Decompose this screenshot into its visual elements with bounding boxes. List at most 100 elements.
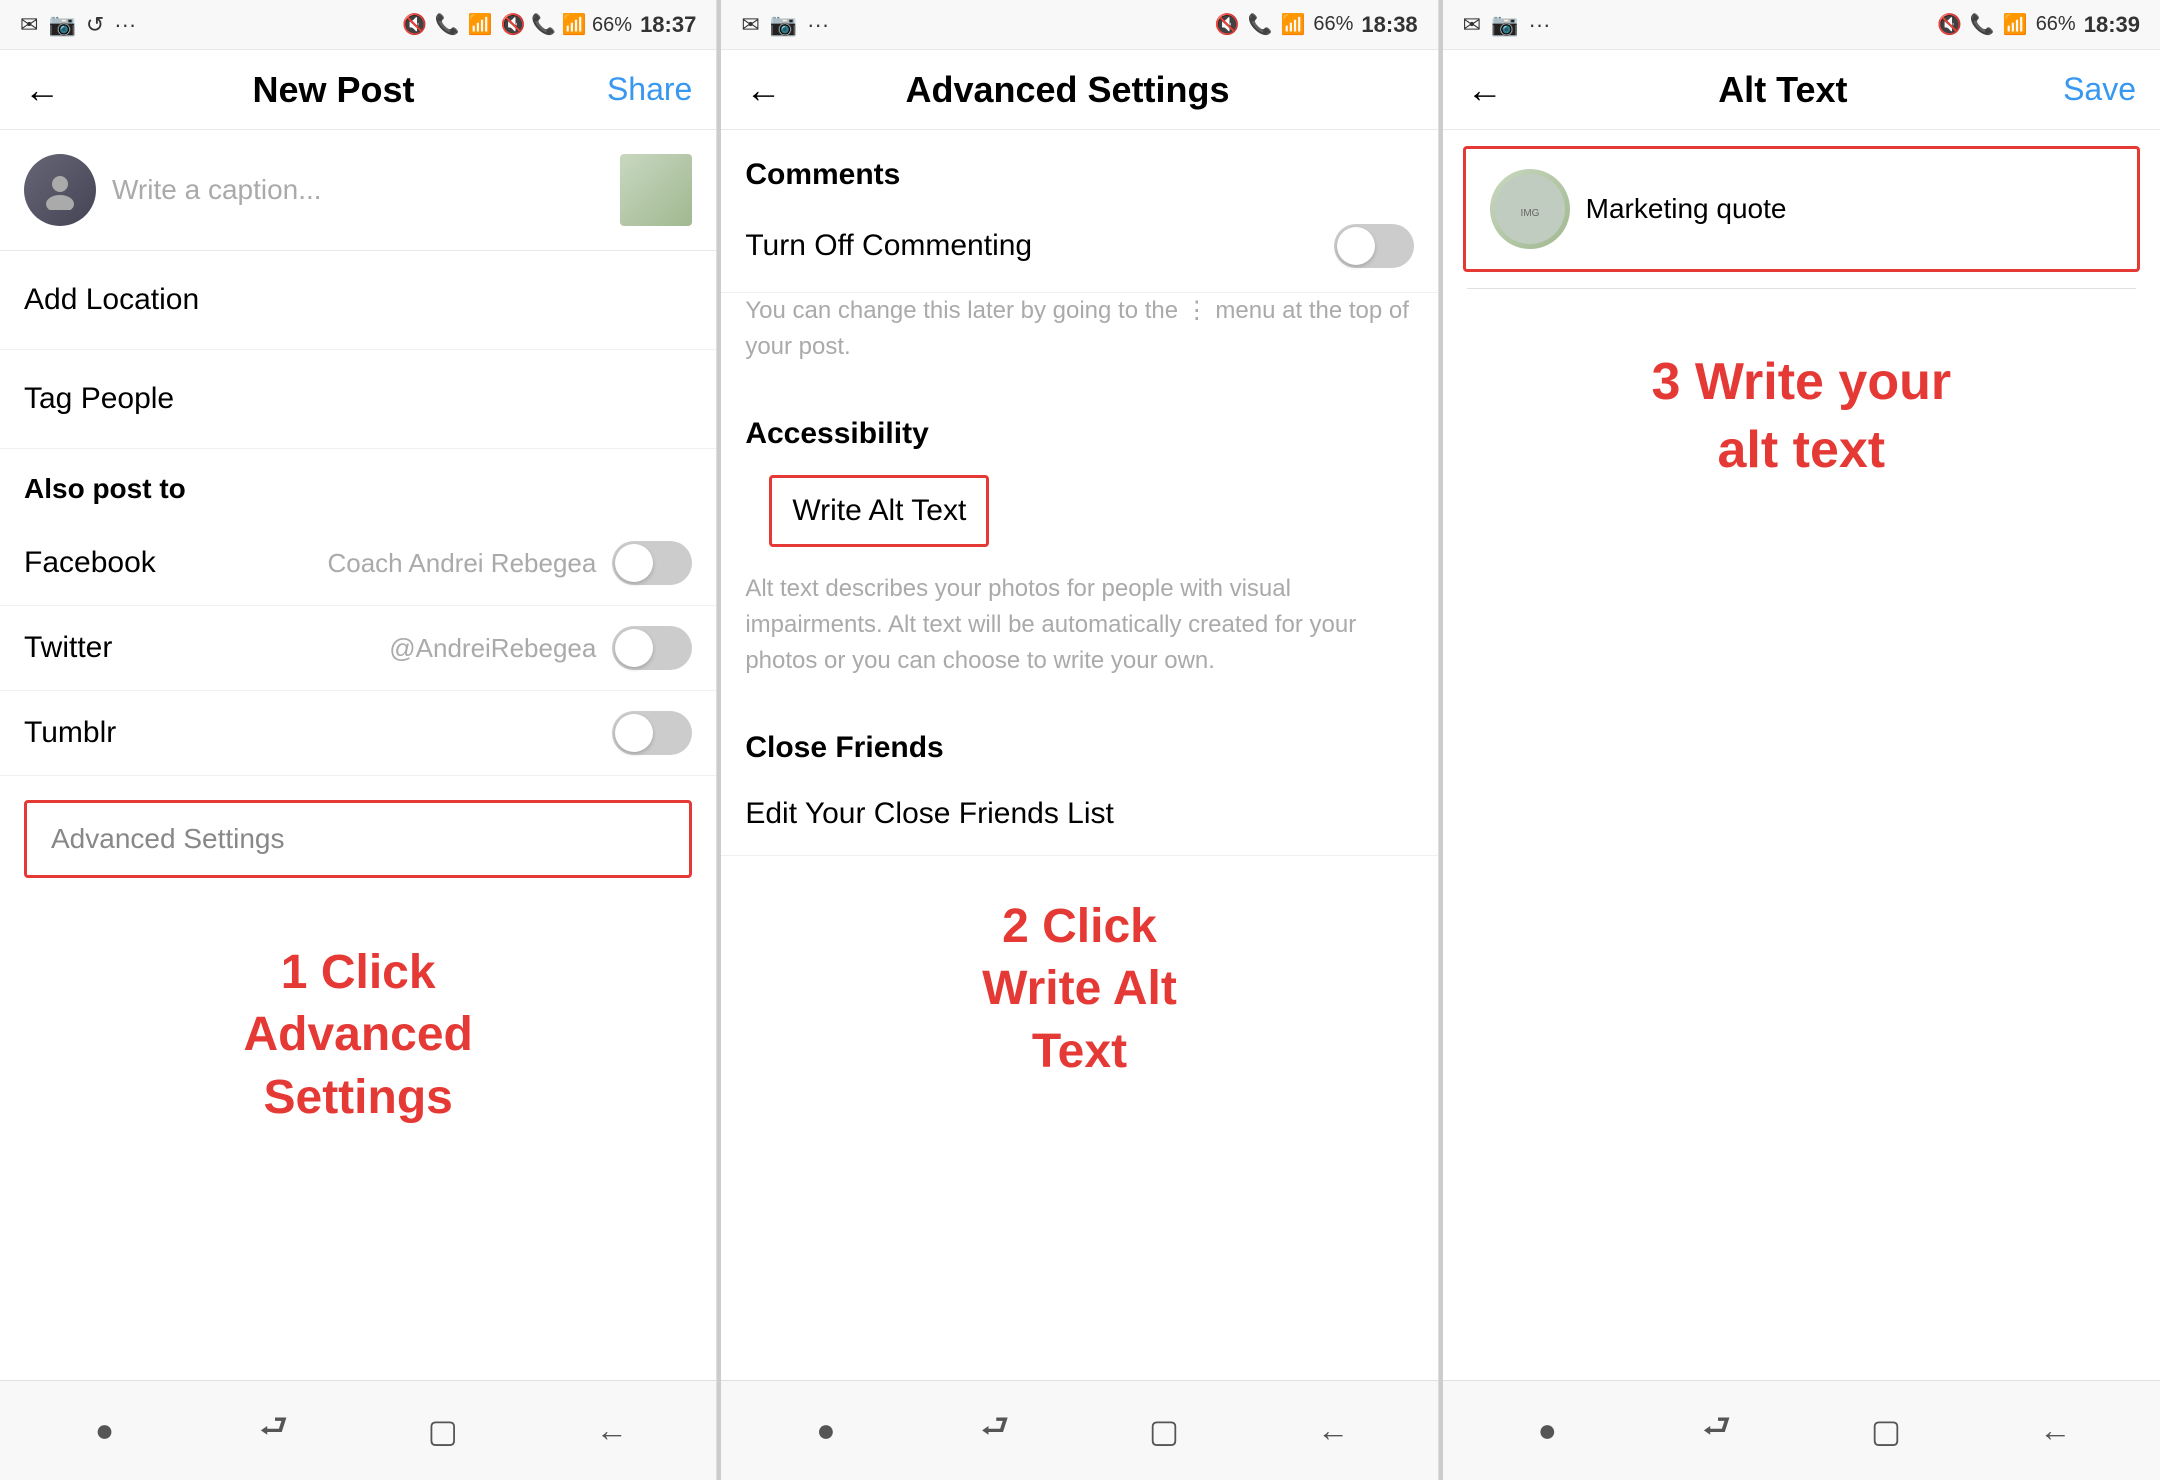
facebook-row: Facebook Coach Andrei Rebegea [0,521,716,606]
back-button-3[interactable]: ← [1467,69,1503,111]
edit-close-friends-item[interactable]: Edit Your Close Friends List [721,773,1437,856]
advanced-settings-item[interactable]: Advanced Settings [24,800,692,878]
home-dot-icon-3: ● [1523,1407,1571,1455]
sync-icon: ↺ [86,12,104,38]
commenting-toggle[interactable] [1334,224,1414,268]
tumblr-label: Tumblr [24,716,116,750]
alt-text-description: Alt text describes your photos for peopl… [721,563,1437,703]
instagram-icon-2: 📷 [770,12,797,38]
home-dot-icon: ● [81,1407,129,1455]
home-dot-icon-2: ● [802,1407,850,1455]
status-bar-left-3: ✉ 📷 ··· [1463,12,1551,38]
avatar-image [24,154,96,226]
commenting-toggle-knob [1337,227,1375,265]
instagram-icon: 📷 [48,12,75,38]
back-button-1[interactable]: ← [24,69,60,111]
recent-apps-icon-2[interactable]: ⮐ [971,1407,1019,1455]
write-alt-text-label: Write Alt Text [792,494,966,527]
write-alt-text-container: Write Alt Text [721,459,1437,563]
content-area-2: Comments Turn Off Commenting You can cha… [721,130,1437,1380]
tumblr-row: Tumblr [0,691,716,776]
signal-icon-2: 📶 [1280,12,1305,37]
tumblr-toggle[interactable] [612,711,692,755]
mute-icon: 🔇 [402,12,427,37]
close-friends-title: Close Friends [721,703,1437,773]
tag-people-label: Tag People [24,382,174,416]
caption-row: Write a caption... [0,130,716,251]
save-button[interactable]: Save [2063,71,2136,108]
write-alt-text-item[interactable]: Write Alt Text [769,475,989,547]
page-title-3: Alt Text [1718,69,1847,111]
tumblr-right [612,711,692,755]
post-image-svg: IMG [1495,174,1565,244]
status-bar-left-1: ✉ 📷 ↺ ··· [20,12,136,38]
back-nav-icon[interactable]: ← [588,1407,636,1455]
caption-input[interactable]: Write a caption... [112,174,604,206]
facebook-account: Coach Andrei Rebegea [327,548,596,579]
avatar [24,154,96,226]
square-icon-2[interactable]: ▢ [1140,1407,1188,1455]
alt-text-image-row: IMG [1463,146,2140,272]
annotation-1: 1 Click Advanced Settings [0,902,716,1169]
nav-bar-1: ← New Post Share [0,50,716,130]
instagram-icon-3: 📷 [1491,12,1518,38]
call-icon-2: 📞 [1248,12,1273,37]
panel-alt-text: ✉ 📷 ··· 🔇 📞 📶 66% 18:39 ← Alt Text Save … [1443,0,2160,1480]
bottom-nav-3: ● ⮐ ▢ ← [1443,1380,2160,1480]
post-image-thumb: IMG [1490,169,1570,249]
square-icon[interactable]: ▢ [419,1407,467,1455]
bottom-nav-1: ● ⮐ ▢ ← [0,1380,716,1480]
back-nav-icon-2[interactable]: ← [1309,1407,1357,1455]
share-button[interactable]: Share [607,71,692,108]
back-button-2[interactable]: ← [745,69,781,111]
call-icon-3: 📞 [1970,12,1995,37]
add-location-label: Add Location [24,283,199,317]
turn-off-commenting-label: Turn Off Commenting [745,229,1032,263]
alt-text-input[interactable] [1586,193,2113,225]
also-post-to-title: Also post to [0,449,716,521]
twitter-label: Twitter [24,631,112,665]
content-area-3: IMG 3 Write your alt text [1443,130,2160,1380]
recent-apps-icon[interactable]: ⮐ [250,1407,298,1455]
back-nav-icon-3[interactable]: ← [2031,1407,2079,1455]
twitter-toggle-knob [615,629,653,667]
status-bar-right-2: 🔇 📞 📶 66% 18:38 [1215,12,1418,38]
status-bar-3: ✉ 📷 ··· 🔇 📞 📶 66% 18:39 [1443,0,2160,50]
facebook-toggle[interactable] [612,541,692,585]
signal-icon: 📶 [468,12,493,37]
avatar-person-icon [40,170,80,210]
annotation-3: 3 Write your alt text [1443,289,2160,544]
time-display-2: 18:38 [1361,12,1417,38]
mute-icon-2: 🔇 [1215,12,1240,37]
status-bar-2: ✉ 📷 ··· 🔇 📞 📶 66% 18:38 [721,0,1437,50]
status-bar-right-1: 🔇 📞 📶 🔇 📞 📶 66% 18:37 [402,12,696,38]
turn-off-commenting-row: Turn Off Commenting [721,200,1437,293]
status-bar-right-3: 🔇 📞 📶 66% 18:39 [1937,12,2140,38]
panel-advanced-settings: ✉ 📷 ··· 🔇 📞 📶 66% 18:38 ← Advanced Setti… [721,0,1438,1480]
status-bar-left-2: ✉ 📷 ··· [741,12,829,38]
battery-2: 66% [1313,13,1353,36]
more-icon: ··· [114,12,136,38]
add-location-item[interactable]: Add Location [0,251,716,350]
content-area-1: Write a caption... Add Location Tag Peop… [0,130,716,1380]
tumblr-toggle-knob [615,714,653,752]
more-icon-2: ··· [807,12,829,38]
svg-text:IMG: IMG [1520,208,1539,219]
post-thumbnail [620,154,692,226]
square-icon-3[interactable]: ▢ [1862,1407,1910,1455]
twitter-right: @AndreiRebegea [389,626,692,670]
comments-hint: You can change this later by going to th… [721,293,1437,389]
mute-icon-3: 🔇 [1937,12,1962,37]
advanced-settings-label: Advanced Settings [51,823,285,854]
more-icon-3: ··· [1529,12,1551,38]
nav-bar-2: ← Advanced Settings [721,50,1437,130]
recent-apps-icon-3[interactable]: ⮐ [1693,1407,1741,1455]
twitter-toggle[interactable] [612,626,692,670]
facebook-label: Facebook [24,546,156,580]
panel-new-post: ✉ 📷 ↺ ··· 🔇 📞 📶 🔇 📞 📶 66% 18:37 ← New Po… [0,0,717,1480]
battery-label: 🔇 📞 📶 66% [501,12,632,37]
mail-icon-2: ✉ [741,12,759,38]
battery-3: 66% [2036,13,2076,36]
tag-people-item[interactable]: Tag People [0,350,716,449]
bottom-nav-2: ● ⮐ ▢ ← [721,1380,1437,1480]
